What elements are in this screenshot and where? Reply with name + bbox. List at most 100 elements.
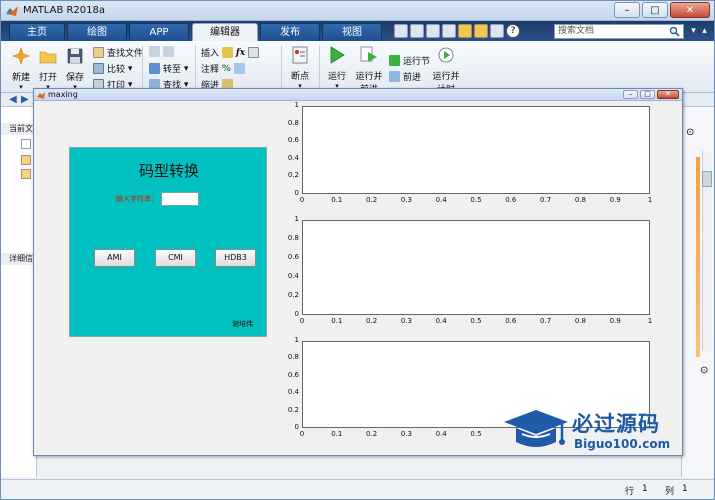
tab-home[interactable]: 主页	[9, 23, 65, 41]
current-folder-header: 当前文	[1, 123, 37, 135]
goto-button[interactable]: 转至 ▾	[149, 62, 188, 75]
figure-title: maxing	[48, 90, 78, 99]
goto-icon	[149, 63, 160, 74]
y-tick-label: 0.4	[287, 153, 299, 162]
navigate-buttons[interactable]	[149, 46, 177, 57]
notification-icon[interactable]: ▾	[688, 24, 699, 38]
help-icon[interactable]: ?	[506, 24, 520, 38]
y-tick-label: 0.8	[287, 234, 299, 242]
axes-1[interactable]	[302, 106, 650, 194]
x-tick-label: 0.5	[470, 317, 482, 325]
fx-icon: fx	[235, 47, 246, 58]
switch-windows-icon[interactable]	[490, 24, 504, 38]
tab-apps[interactable]: APP	[129, 23, 189, 41]
breakpoints-label: 断点	[290, 72, 309, 82]
axes-2[interactable]	[302, 220, 650, 315]
tab-view[interactable]: 视图	[322, 23, 382, 41]
open-folder-icon	[39, 51, 57, 64]
wrap-comment-icon	[233, 63, 245, 74]
x-tick-label: 0.8	[574, 317, 586, 325]
figure-close-button[interactable]: ✕	[657, 90, 679, 99]
x-tick-label: 0	[299, 430, 305, 438]
x-tick-label: 0.3	[400, 196, 412, 204]
y-tick-label: 0.4	[287, 388, 299, 397]
graduation-cap-logo-icon	[504, 410, 568, 447]
col-label: 列	[665, 487, 675, 497]
tab-plots[interactable]: 绘图	[67, 23, 127, 41]
forward-icon[interactable]: ▶	[21, 94, 29, 105]
run-button[interactable]: 运行 ▾	[323, 46, 351, 90]
x-tick-label: 0.9	[609, 317, 621, 325]
figure-title-bar: maxing – □ ✕	[34, 89, 682, 101]
advance-button[interactable]: 前进	[389, 70, 421, 83]
ami-button[interactable]: AMI	[94, 249, 135, 267]
copy-icon[interactable]	[426, 24, 440, 38]
x-tick-label: 0.1	[331, 430, 343, 438]
save-icon	[67, 48, 83, 64]
code-conversion-panel: 码型转换 输入字符串： AMI CMI HDB3 谢培伟	[69, 147, 267, 337]
x-tick-label: 0.2	[366, 196, 378, 204]
run-play-icon	[330, 46, 345, 64]
watermark: 必过源码 Biguo100.com	[500, 404, 700, 460]
new-label: 新建	[11, 73, 30, 83]
cut-icon[interactable]	[410, 24, 424, 38]
minimize-button[interactable]: –	[614, 2, 640, 18]
file-icon[interactable]	[21, 139, 31, 149]
expand-icon[interactable]: ▴	[699, 24, 710, 38]
search-icon[interactable]	[669, 26, 680, 37]
compare-button[interactable]: 比较 ▾	[93, 62, 132, 75]
details-header: 详细信	[1, 253, 37, 265]
y-tick-label: 0.6	[287, 253, 299, 261]
run-section-button[interactable]: 运行节	[389, 54, 430, 67]
y-tick-label: 0.2	[287, 171, 299, 180]
run-section-icon	[389, 55, 400, 66]
input-string-field[interactable]	[161, 192, 199, 206]
figure-icon	[37, 92, 45, 99]
panel-down-icon[interactable]: ⊙	[700, 365, 708, 376]
y-tick-label: 0.8	[287, 353, 299, 362]
script-file-icon[interactable]	[21, 155, 31, 165]
maximize-button[interactable]: □	[642, 2, 668, 18]
insert-section-icon	[221, 47, 233, 58]
y-tick-label: 0.6	[287, 370, 299, 379]
insert-button[interactable]: 插入 fx	[201, 46, 262, 59]
open-label: 打开	[38, 73, 57, 83]
row-label: 行	[625, 487, 635, 497]
x-tick-label: 0.9	[609, 196, 621, 204]
tab-editor[interactable]: 编辑器	[192, 23, 258, 41]
breakpoints-icon	[292, 46, 308, 64]
hdb3-button[interactable]: HDB3	[215, 249, 256, 267]
x-tick-label: 0.6	[505, 317, 517, 325]
breakpoints-button[interactable]: 断点 ▾	[286, 46, 314, 90]
new-icon	[12, 47, 30, 65]
forward-arrow-icon	[163, 46, 174, 57]
col-value: 1	[682, 484, 688, 494]
figure-maximize-button[interactable]: □	[640, 90, 655, 99]
figure-minimize-button[interactable]: –	[623, 90, 638, 99]
cmi-button[interactable]: CMI	[155, 249, 196, 267]
x-tick-label: 0.1	[331, 317, 343, 325]
find-files-button[interactable]: 查找文件	[93, 46, 143, 59]
open-button[interactable]: 打开 ▾	[34, 47, 62, 91]
watermark-title: 必过源码	[572, 412, 660, 436]
y-tick-label: 0.2	[287, 291, 299, 299]
back-icon[interactable]: ◀	[9, 94, 17, 105]
redo-icon[interactable]	[474, 24, 488, 38]
close-button[interactable]: ✕	[670, 2, 710, 18]
input-string-label: 输入字符串：	[116, 195, 158, 203]
scrollbar-thumb[interactable]	[702, 171, 712, 187]
x-tick-label: 0.5	[470, 430, 482, 438]
tab-publish[interactable]: 发布	[260, 23, 320, 41]
comment-button[interactable]: 注释 %	[201, 62, 248, 75]
x-tick-label: 0.1	[331, 196, 343, 204]
panel-menu-icon[interactable]: ⊙	[686, 127, 694, 138]
save-all-icon[interactable]	[394, 24, 408, 38]
x-tick-label: 0	[299, 196, 305, 204]
undo-icon[interactable]	[458, 24, 472, 38]
search-documentation-input[interactable]: 搜索文档	[554, 24, 684, 39]
paste-icon[interactable]	[442, 24, 456, 38]
script-file-icon[interactable]	[21, 169, 31, 179]
y-tick-label: 0.4	[287, 272, 299, 280]
save-button[interactable]: 保存 ▾	[61, 47, 89, 91]
new-button[interactable]: 新建 ▾	[7, 47, 35, 91]
